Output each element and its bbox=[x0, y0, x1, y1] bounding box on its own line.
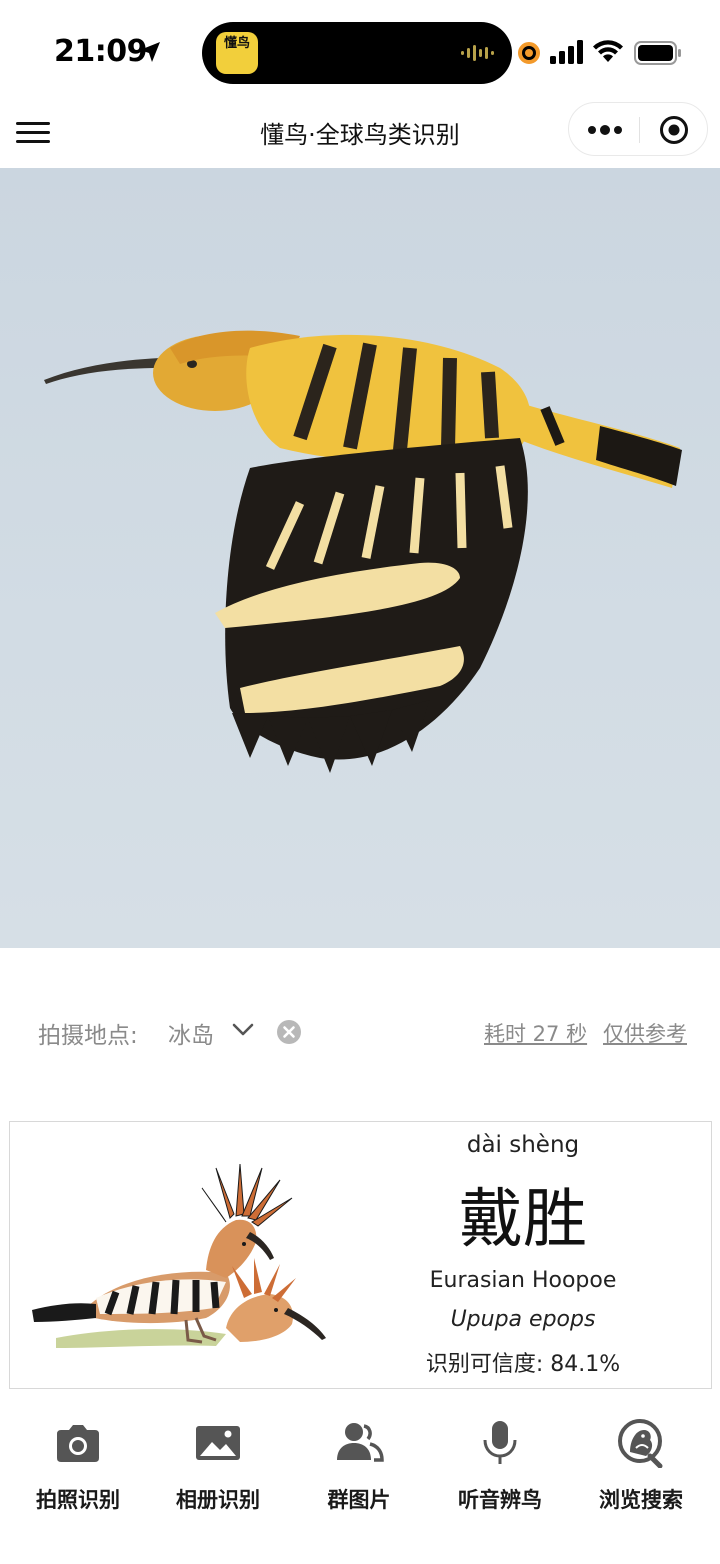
tab-album-identify[interactable]: 相册识别 bbox=[148, 1418, 288, 1518]
location-row: 拍摄地点: 冰岛 耗时 27 秒 仅供参考 bbox=[0, 1000, 720, 1064]
confidence-score: 识别可信度: 84.1% bbox=[425, 1352, 621, 1377]
identification-result-card[interactable]: dài shèng 戴胜 Eurasian Hoopoe Upupa epops… bbox=[9, 1121, 712, 1389]
top-navigation-bar: 懂鸟·全球鸟类识别 bbox=[0, 100, 720, 168]
cellular-signal-icon bbox=[550, 40, 583, 64]
bottom-tab-bar: 拍照识别 相册识别 群图片 听音辨鸟 浏览搜索 bbox=[0, 1400, 720, 1540]
species-scientific-name: Upupa epops bbox=[450, 1307, 596, 1332]
bird-search-icon bbox=[618, 1419, 663, 1468]
species-chinese-name: 戴胜 bbox=[459, 1183, 587, 1257]
wifi-icon bbox=[593, 40, 623, 62]
capsule-divider bbox=[639, 117, 640, 143]
status-time: 21:09 bbox=[54, 34, 148, 69]
status-bar: 21:09 懂鸟 bbox=[0, 0, 720, 100]
group-icon bbox=[337, 1423, 384, 1462]
reference-only-link[interactable]: 仅供参考 bbox=[603, 1018, 687, 1048]
species-english-name: Eurasian Hoopoe bbox=[429, 1268, 617, 1293]
dynamic-island: 懂鸟 bbox=[202, 22, 512, 84]
location-value[interactable]: 冰岛 bbox=[168, 1016, 214, 1050]
audio-wave-icon bbox=[461, 45, 494, 61]
hoopoe-illustration bbox=[32, 1163, 326, 1348]
close-miniprogram-icon[interactable] bbox=[659, 115, 689, 145]
species-pinyin: dài shèng bbox=[466, 1132, 580, 1158]
recording-indicator-icon bbox=[518, 42, 540, 64]
miniprogram-capsule bbox=[568, 102, 708, 156]
tab-browse-search[interactable]: 浏览搜索 bbox=[571, 1418, 711, 1518]
island-app-badge: 懂鸟 bbox=[216, 32, 258, 74]
uploaded-bird-photo bbox=[0, 168, 720, 948]
battery-icon bbox=[634, 41, 681, 65]
camera-icon bbox=[57, 1425, 99, 1462]
image-icon bbox=[196, 1426, 240, 1460]
tab-photo-identify[interactable]: 拍照识别 bbox=[8, 1418, 148, 1518]
microphone-icon bbox=[483, 1421, 517, 1464]
clear-location-icon[interactable] bbox=[276, 1019, 302, 1045]
tab-group-photos[interactable]: 群图片 bbox=[289, 1418, 429, 1518]
location-arrow-icon bbox=[140, 42, 160, 62]
tab-sound-identify[interactable]: 听音辨鸟 bbox=[430, 1418, 570, 1518]
chevron-down-icon[interactable] bbox=[232, 1022, 254, 1038]
more-options-icon[interactable] bbox=[587, 121, 623, 139]
flying-hoopoe-image bbox=[44, 330, 682, 773]
location-label: 拍摄地点: bbox=[38, 1023, 138, 1049]
elapsed-time-link[interactable]: 耗时 27 秒 bbox=[484, 1018, 587, 1048]
